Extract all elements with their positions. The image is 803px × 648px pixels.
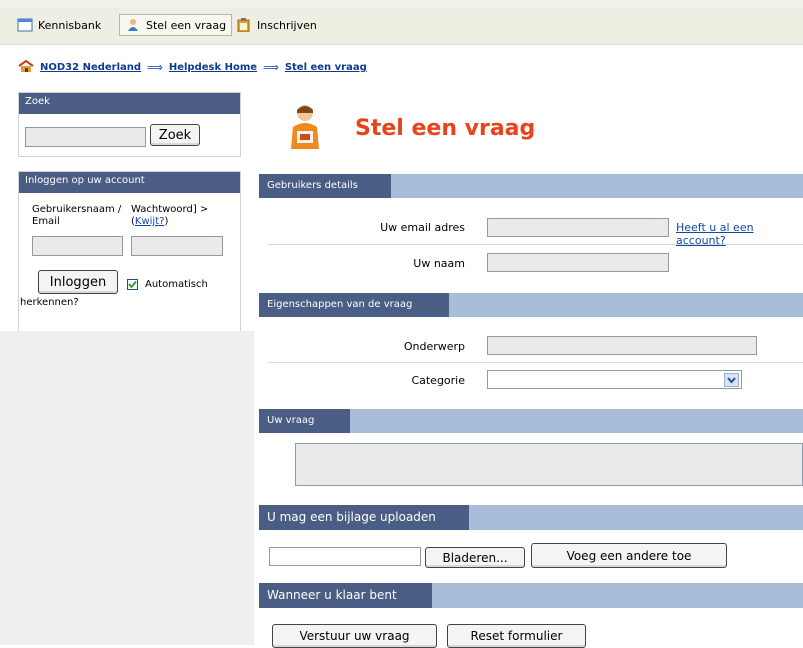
- login-panel-title: Inloggen op uw account: [19, 172, 240, 193]
- row-divider: [268, 362, 803, 363]
- remember-label: Automatisch: [145, 279, 208, 290]
- forgot-line: (Kwijt?): [131, 216, 236, 228]
- name-label: Uw naam: [413, 257, 465, 270]
- upload-file-input[interactable]: [269, 547, 421, 566]
- forgot-password-link[interactable]: Kwijt?: [135, 216, 165, 227]
- password-input[interactable]: [131, 236, 223, 256]
- username-input[interactable]: [32, 236, 123, 256]
- reset-form-button[interactable]: Reset formulier: [447, 624, 586, 648]
- password-label-block: Wachtwoord] > (Kwijt?): [131, 204, 236, 228]
- checkmark-icon: [128, 280, 137, 289]
- search-panel-title: Zoek: [19, 93, 240, 114]
- section-question-properties-title: Eigenschappen van de vraag: [259, 293, 449, 317]
- section-finish: Wanneer u klaar bent: [259, 583, 803, 608]
- left-column-background: [0, 331, 254, 645]
- username-label: Gebruikersnaam / Email: [32, 204, 122, 227]
- tab-stel-een-vraag[interactable]: Stel een vraag: [119, 14, 233, 36]
- subject-label: Onderwerp: [403, 340, 465, 353]
- tab-stel-een-vraag-label: Stel een vraag: [146, 18, 227, 32]
- password-label: Wachtwoord] >: [131, 204, 209, 215]
- toolbar-strip: [0, 0, 803, 8]
- tab-inschrijven-label: Inschrijven: [257, 18, 317, 32]
- search-input[interactable]: [25, 127, 146, 147]
- subject-field[interactable]: [487, 336, 757, 355]
- breadcrumb: NOD32 Nederland ⟹ Helpdesk Home ⟹ Stel e…: [18, 59, 367, 75]
- name-field[interactable]: [487, 253, 669, 272]
- tab-kennisbank[interactable]: Kennisbank: [12, 14, 106, 36]
- browse-button[interactable]: Bladeren...: [425, 547, 525, 568]
- clipboard-icon: [236, 18, 252, 33]
- arrow-right-icon: ⟹: [263, 61, 279, 74]
- category-label: Categorie: [411, 374, 465, 387]
- login-panel: Inloggen op uw account Gebruikersnaam / …: [18, 171, 241, 332]
- row-divider: [268, 244, 803, 245]
- window-icon: [17, 18, 33, 32]
- breadcrumb-helpdesk-home[interactable]: Helpdesk Home: [169, 62, 257, 73]
- breadcrumb-stel-een-vraag[interactable]: Stel een vraag: [285, 62, 367, 73]
- section-question-properties: Eigenschappen van de vraag: [259, 293, 803, 317]
- forgot-suffix: ): [164, 216, 169, 227]
- section-your-question-title: Uw vraag: [259, 409, 350, 433]
- add-another-button[interactable]: Voeg een andere toe: [531, 543, 727, 568]
- submit-question-button[interactable]: Verstuur uw vraag: [272, 624, 437, 648]
- section-finish-title: Wanneer u klaar bent: [259, 583, 432, 608]
- login-button[interactable]: Inloggen: [38, 270, 118, 294]
- tab-kennisbank-label: Kennisbank: [38, 18, 102, 32]
- chevron-down-icon: [724, 373, 739, 387]
- question-textarea[interactable]: [295, 443, 803, 486]
- arrow-right-icon: ⟹: [147, 61, 163, 74]
- home-icon: [18, 59, 34, 75]
- email-field[interactable]: [487, 218, 669, 237]
- tab-inschrijven[interactable]: Inschrijven: [231, 14, 322, 36]
- section-upload-title: U mag een bijlage uploaden: [259, 505, 469, 530]
- section-upload: U mag een bijlage uploaden: [259, 505, 803, 530]
- support-agent-icon: [287, 103, 323, 154]
- remember-checkbox[interactable]: [127, 279, 138, 290]
- breadcrumb-nod32[interactable]: NOD32 Nederland: [40, 62, 141, 73]
- search-button[interactable]: Zoek: [150, 124, 200, 146]
- top-toolbar: Kennisbank Stel een vraag Inschrijven: [0, 0, 803, 45]
- email-label: Uw email adres: [380, 221, 465, 234]
- remember-label-2: herkennen?: [20, 297, 79, 308]
- page-title: Stel een vraag: [355, 116, 536, 141]
- section-your-question: Uw vraag: [259, 409, 803, 433]
- search-panel: Zoek Zoek: [18, 92, 241, 157]
- person-icon: [125, 18, 141, 32]
- category-select[interactable]: [487, 370, 742, 389]
- section-user-details-title: Gebruikers details: [259, 174, 391, 198]
- section-user-details: Gebruikers details: [259, 174, 803, 198]
